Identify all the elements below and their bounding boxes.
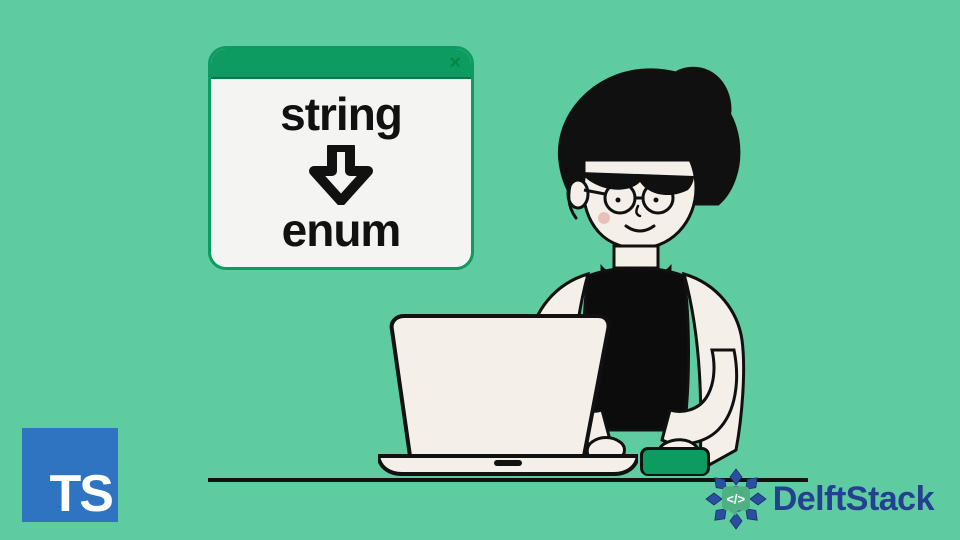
target-type-label: enum <box>211 203 471 257</box>
window-titlebar: × <box>211 49 471 79</box>
close-icon: × <box>449 53 461 73</box>
delftstack-emblem-icon: </> <box>705 468 767 530</box>
window-body: string enum <box>211 79 471 267</box>
typescript-logo: TS <box>22 428 118 522</box>
conversion-window: × string enum <box>208 46 474 270</box>
illustration-canvas: × string enum TS <box>0 0 960 540</box>
mouse-illustration <box>640 447 710 476</box>
laptop-illustration <box>378 310 638 478</box>
delftstack-wordmark: DelftStack <box>773 480 934 519</box>
delftstack-logo: </> DelftStack <box>705 468 934 530</box>
down-arrow-icon <box>211 145 471 210</box>
typescript-logo-text: TS <box>50 464 112 524</box>
code-bubble-icon: </> <box>722 487 750 511</box>
source-type-label: string <box>211 87 471 141</box>
